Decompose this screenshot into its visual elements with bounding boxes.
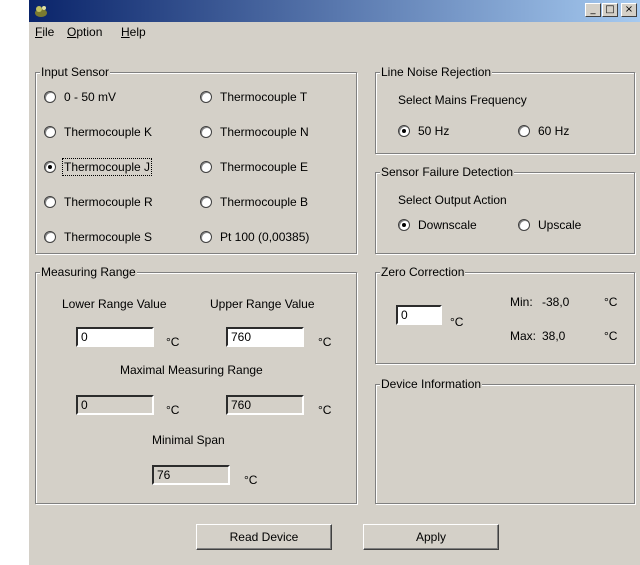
input-sensor-group: Input Sensor 0 - 50 mV Thermocouple T Th…	[35, 65, 357, 254]
max-upper-field: 760	[226, 395, 304, 415]
line-noise-title: Line Noise Rejection	[380, 65, 493, 79]
radio-downscale[interactable]: Downscale	[398, 217, 477, 233]
radio-circle[interactable]	[398, 125, 410, 137]
line-noise-group: Line Noise Rejection Select Mains Freque…	[375, 65, 635, 154]
radio-circle[interactable]	[200, 196, 212, 208]
device-info-group: Device Information	[375, 377, 635, 504]
max-lower-unit: °C	[166, 403, 180, 417]
title-bar[interactable]: _ □ ×	[29, 0, 640, 22]
zero-correction-title: Zero Correction	[380, 265, 466, 279]
input-sensor-title: Input Sensor	[40, 65, 111, 79]
lower-range-unit: °C	[166, 335, 180, 349]
zero-max-value: 38,0	[542, 329, 566, 343]
radio-thermocouple-k[interactable]: Thermocouple K	[44, 124, 152, 140]
sensor-failure-group: Sensor Failure Detection Select Output A…	[375, 165, 635, 254]
mains-frequency-caption: Select Mains Frequency	[398, 93, 527, 107]
radio-thermocouple-n[interactable]: Thermocouple N	[200, 124, 309, 140]
lower-range-input[interactable]: 0	[76, 327, 154, 347]
minimize-button[interactable]: _	[585, 3, 601, 17]
zero-max-unit: °C	[604, 329, 618, 343]
zero-max-label: Max:	[510, 329, 537, 343]
menu-file[interactable]: File	[35, 25, 54, 39]
menu-bar: File Option Help	[29, 22, 640, 42]
maximize-button[interactable]: □	[602, 3, 618, 17]
radio-circle[interactable]	[44, 91, 56, 103]
minimal-span-unit: °C	[244, 473, 258, 487]
menu-help[interactable]: Help	[121, 25, 146, 39]
read-device-button[interactable]: Read Device	[196, 524, 332, 550]
zero-min-unit: °C	[604, 295, 618, 309]
zero-correction-group: Zero Correction 0 °C Min: -38,0 °C Max: …	[375, 265, 635, 364]
radio-circle[interactable]	[44, 231, 56, 243]
close-button[interactable]: ×	[621, 3, 637, 17]
minimal-span-field: 76	[152, 465, 230, 485]
zero-correction-input[interactable]: 0	[396, 305, 442, 325]
apply-button[interactable]: Apply	[363, 524, 499, 550]
radio-thermocouple-s[interactable]: Thermocouple S	[44, 229, 152, 245]
measuring-range-group: Measuring Range Lower Range Value Upper …	[35, 265, 357, 504]
radio-thermocouple-r[interactable]: Thermocouple R	[44, 194, 153, 210]
radio-circle[interactable]	[44, 161, 56, 173]
upper-range-unit: °C	[318, 335, 332, 349]
device-info-title: Device Information	[380, 377, 483, 391]
radio-thermocouple-j[interactable]: Thermocouple J	[44, 158, 153, 176]
output-action-caption: Select Output Action	[398, 193, 507, 207]
radio-thermocouple-t[interactable]: Thermocouple T	[200, 89, 307, 105]
measuring-range-title: Measuring Range	[40, 265, 137, 279]
radio-pt100[interactable]: Pt 100 (0,00385)	[200, 229, 309, 245]
radio-circle[interactable]	[200, 161, 212, 173]
upper-range-input[interactable]: 760	[226, 327, 304, 347]
zero-min-label: Min:	[510, 295, 533, 309]
zero-min-value: -38,0	[542, 295, 570, 309]
radio-0-50mv[interactable]: 0 - 50 mV	[44, 89, 116, 105]
radio-circle[interactable]	[398, 219, 410, 231]
max-lower-field: 0	[76, 395, 154, 415]
radio-upscale[interactable]: Upscale	[518, 217, 581, 233]
menu-file-rest: ile	[42, 25, 55, 39]
lower-range-label: Lower Range Value	[62, 297, 167, 311]
app-icon	[35, 6, 47, 17]
radio-60hz[interactable]: 60 Hz	[518, 123, 569, 139]
menu-option[interactable]: Option	[67, 25, 102, 39]
max-upper-unit: °C	[318, 403, 332, 417]
upper-range-label: Upper Range Value	[210, 297, 315, 311]
zero-correction-unit: °C	[450, 315, 464, 329]
radio-thermocouple-b[interactable]: Thermocouple B	[200, 194, 308, 210]
radio-circle[interactable]	[200, 91, 212, 103]
main-window: _ □ × File Option Help Input Sensor 0 - …	[28, 0, 640, 565]
radio-circle[interactable]	[200, 231, 212, 243]
radio-circle[interactable]	[44, 196, 56, 208]
radio-circle[interactable]	[518, 125, 530, 137]
maximal-range-label: Maximal Measuring Range	[120, 363, 263, 377]
radio-50hz[interactable]: 50 Hz	[398, 123, 449, 139]
radio-circle[interactable]	[518, 219, 530, 231]
sensor-failure-title: Sensor Failure Detection	[380, 165, 515, 179]
radio-circle[interactable]	[44, 126, 56, 138]
radio-thermocouple-e[interactable]: Thermocouple E	[200, 159, 308, 175]
radio-circle[interactable]	[200, 126, 212, 138]
minimal-span-label: Minimal Span	[152, 433, 225, 447]
